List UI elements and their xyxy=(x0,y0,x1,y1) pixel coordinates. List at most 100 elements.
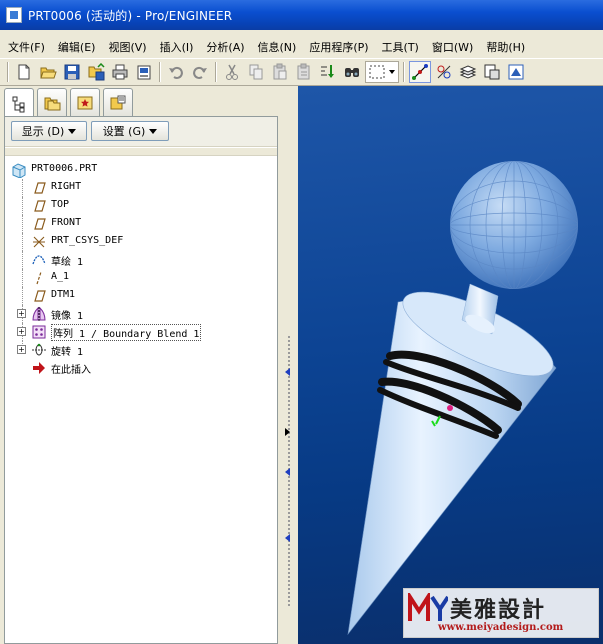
favorites-icon[interactable] xyxy=(70,88,100,116)
tree-guide-line xyxy=(22,215,23,233)
navigator-panel: 显示 (D) 设置 (G) PRT0006.PRT RIGHT TOP FRON… xyxy=(0,86,298,644)
paste-icon[interactable] xyxy=(269,61,291,83)
graphics-window[interactable] xyxy=(298,86,603,644)
tree-item[interactable]: + 阵列 1 / Boundary Blend 1 xyxy=(5,323,277,341)
title-bar: PRT0006 (活动的) - Pro/ENGINEER xyxy=(0,0,603,30)
model-tree-panel: 显示 (D) 设置 (G) PRT0006.PRT RIGHT TOP FRON… xyxy=(4,116,278,644)
expand-toggle[interactable]: + xyxy=(17,345,26,354)
datum-axis-icon[interactable] xyxy=(409,61,431,83)
selection-box-icon[interactable] xyxy=(365,61,399,83)
toolbar-grip xyxy=(7,62,9,82)
watermark-brand: 美雅設計 xyxy=(450,598,547,623)
find-icon[interactable] xyxy=(341,61,363,83)
menu-file[interactable]: 文件(F) xyxy=(8,39,45,55)
collapse-left-icon[interactable] xyxy=(285,368,290,376)
collapse-left-icon[interactable] xyxy=(285,534,290,542)
tree-item[interactable]: PRT_CSYS_DEF xyxy=(5,233,277,251)
expand-toggle[interactable]: + xyxy=(17,327,26,336)
meiya-logo-icon xyxy=(408,593,448,621)
regenerate-icon[interactable] xyxy=(317,61,339,83)
datum-plane-icon xyxy=(34,218,46,230)
open-icon[interactable] xyxy=(37,61,59,83)
tree-item[interactable]: DTM1 xyxy=(5,287,277,305)
navigator-tabs xyxy=(4,88,136,118)
save-icon[interactable] xyxy=(61,61,83,83)
tree-item-label: 镜像 1 xyxy=(51,311,84,322)
tree-item[interactable]: TOP xyxy=(5,197,277,215)
tree-guide-line xyxy=(22,287,23,305)
tree-item-label: TOP xyxy=(51,199,70,210)
menu-info[interactable]: 信息(N) xyxy=(258,39,297,55)
paste-special-icon[interactable] xyxy=(293,61,315,83)
connections-icon[interactable] xyxy=(103,88,133,116)
tree-item-label: A_1 xyxy=(51,271,70,282)
tree-item-label: 草绘 1 xyxy=(51,257,84,268)
copy-icon[interactable] xyxy=(245,61,267,83)
folder-browser-icon[interactable] xyxy=(37,88,67,116)
tree-item-label: 阵列 1 / Boundary Blend 1 xyxy=(51,324,202,341)
menu-view[interactable]: 视图(V) xyxy=(108,39,146,55)
tree-item[interactable]: FRONT xyxy=(5,215,277,233)
tree-item[interactable]: RIGHT xyxy=(5,179,277,197)
display-style-icon[interactable] xyxy=(505,61,527,83)
menu-window[interactable]: 窗口(W) xyxy=(432,39,473,55)
part-icon xyxy=(12,163,26,178)
expand-right-icon[interactable] xyxy=(285,428,290,436)
cut-icon[interactable] xyxy=(221,61,243,83)
tree-item-insert-here[interactable]: 在此插入 xyxy=(5,359,277,377)
tree-item[interactable]: + 镜像 1 xyxy=(5,305,277,323)
tree-column-strip xyxy=(5,148,277,156)
tree-item-label: PRT_CSYS_DEF xyxy=(51,235,124,246)
tree-item[interactable]: A_1 xyxy=(5,269,277,287)
coordinate-system-icon xyxy=(33,236,45,248)
datum-axis-icon xyxy=(36,271,42,285)
show-menu-button[interactable]: 显示 (D) xyxy=(11,121,87,141)
tree-guide-line xyxy=(22,179,23,197)
save-copy-icon[interactable] xyxy=(85,61,107,83)
model-tree-icon[interactable] xyxy=(4,88,34,118)
menu-applications[interactable]: 应用程序(P) xyxy=(309,39,368,55)
print-setup-icon[interactable] xyxy=(133,61,155,83)
datum-point-icon[interactable] xyxy=(433,61,455,83)
tree-root-label: PRT0006.PRT xyxy=(31,163,98,174)
tree-guide-line xyxy=(22,233,23,251)
menu-insert[interactable]: 插入(I) xyxy=(160,39,194,55)
settings-menu-button[interactable]: 设置 (G) xyxy=(91,121,169,141)
undo-icon[interactable] xyxy=(165,61,187,83)
print-icon[interactable] xyxy=(109,61,131,83)
tree-item[interactable]: + 旋转 1 xyxy=(5,341,277,359)
toolbar-separator xyxy=(403,62,405,82)
tree-guide-line xyxy=(22,197,23,215)
menu-tools[interactable]: 工具(T) xyxy=(382,39,419,55)
sketch-icon xyxy=(32,255,46,265)
show-menu-label: 显示 (D) xyxy=(21,125,65,138)
menu-help[interactable]: 帮助(H) xyxy=(486,39,525,55)
proe-app-icon xyxy=(6,7,22,23)
view-manager-icon[interactable] xyxy=(481,61,503,83)
model-tree-header: 显示 (D) 设置 (G) xyxy=(5,117,277,147)
tree-root[interactable]: PRT0006.PRT xyxy=(5,161,277,179)
window-title: PRT0006 (活动的) - Pro/ENGINEER xyxy=(28,8,233,23)
menu-edit[interactable]: 编辑(E) xyxy=(58,39,96,55)
watermark: 美雅設計 www.meiyadesign.com xyxy=(403,588,599,638)
watermark-url: www.meiyadesign.com xyxy=(438,622,564,633)
bottle-stopper-model xyxy=(347,161,578,636)
mirror-icon xyxy=(32,306,46,321)
tree-item-label: 在此插入 xyxy=(51,365,91,376)
datum-plane-icon xyxy=(34,200,46,212)
tree-item-label: FRONT xyxy=(51,217,82,228)
datum-plane-icon xyxy=(34,290,46,302)
new-icon[interactable] xyxy=(13,61,35,83)
collapse-left-icon[interactable] xyxy=(285,468,290,476)
revolve-icon xyxy=(32,343,46,356)
tree-item[interactable]: 草绘 1 xyxy=(5,251,277,269)
expand-toggle[interactable]: + xyxy=(17,309,26,318)
model-tree: PRT0006.PRT RIGHT TOP FRONT PRT_CSYS_DEF… xyxy=(5,161,277,377)
redo-icon[interactable] xyxy=(189,61,211,83)
menu-analysis[interactable]: 分析(A) xyxy=(206,39,244,55)
layers-icon[interactable] xyxy=(457,61,479,83)
menu-bar: 文件(F) 编辑(E) 视图(V) 插入(I) 分析(A) 信息(N) 应用程序… xyxy=(0,36,603,58)
panel-splitter[interactable] xyxy=(284,336,294,606)
insert-here-arrow-icon[interactable] xyxy=(31,360,47,376)
toolbar-separator xyxy=(215,62,217,82)
